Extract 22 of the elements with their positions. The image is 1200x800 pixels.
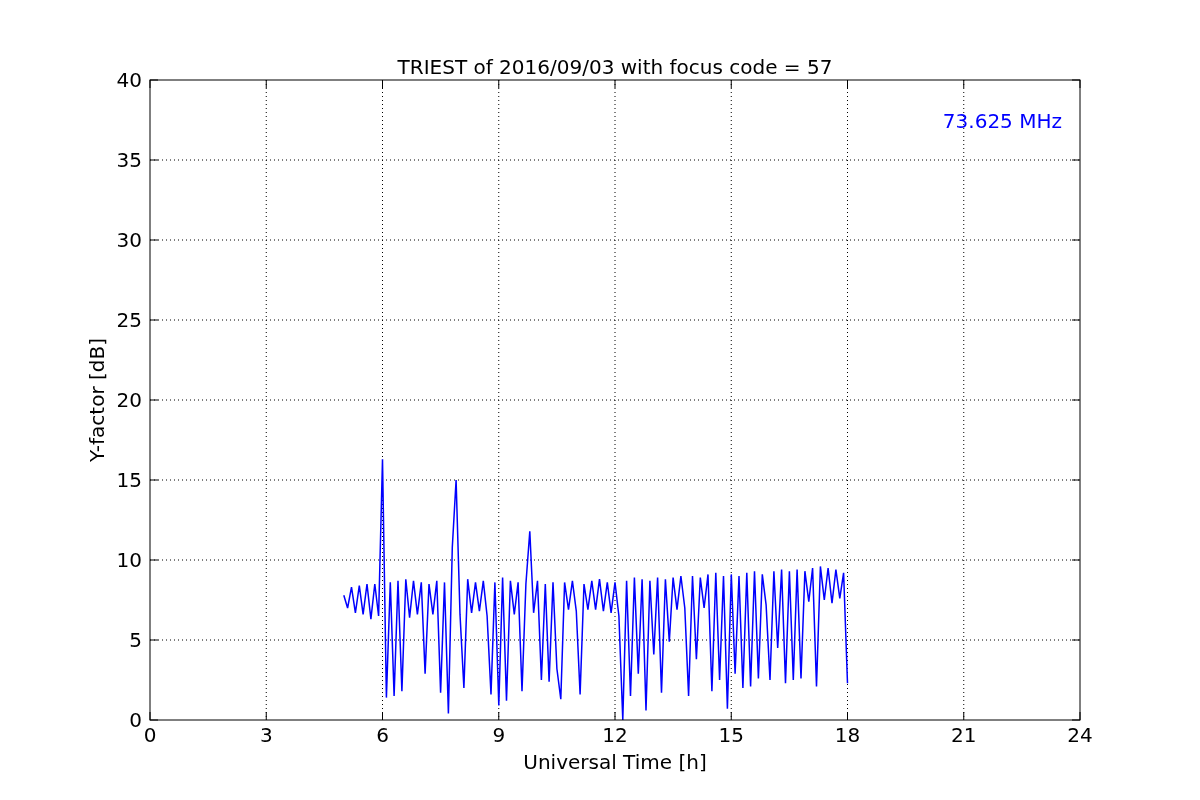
tick-label: 9 <box>492 723 506 747</box>
axis-label: Y-factor [dB] <box>85 338 109 462</box>
tick-label: 30 <box>116 228 142 252</box>
tick-label: 12 <box>602 723 628 747</box>
annotation-label: 73.625 MHz <box>942 109 1062 133</box>
tick-label: 0 <box>143 723 157 747</box>
tick-label: 6 <box>376 723 389 747</box>
tick-label: 24 <box>1067 723 1093 747</box>
tick-label: 15 <box>116 468 142 492</box>
tick-label: 15 <box>718 723 744 747</box>
tick-label: 40 <box>116 68 142 92</box>
tick-label: 35 <box>116 148 142 172</box>
chart-title: TRIEST of 2016/09/03 with focus code = 57 <box>397 55 833 79</box>
tick-label: 5 <box>129 628 142 652</box>
tick-label: 3 <box>259 723 273 747</box>
tick-label: 0 <box>129 708 142 732</box>
tick-label: 25 <box>116 308 142 332</box>
axis-label: Universal Time [h] <box>523 750 707 774</box>
tick-label: 21 <box>951 723 977 747</box>
tick-label: 18 <box>834 723 861 747</box>
tick-label: 10 <box>116 548 142 572</box>
tick-label: 20 <box>116 388 142 412</box>
